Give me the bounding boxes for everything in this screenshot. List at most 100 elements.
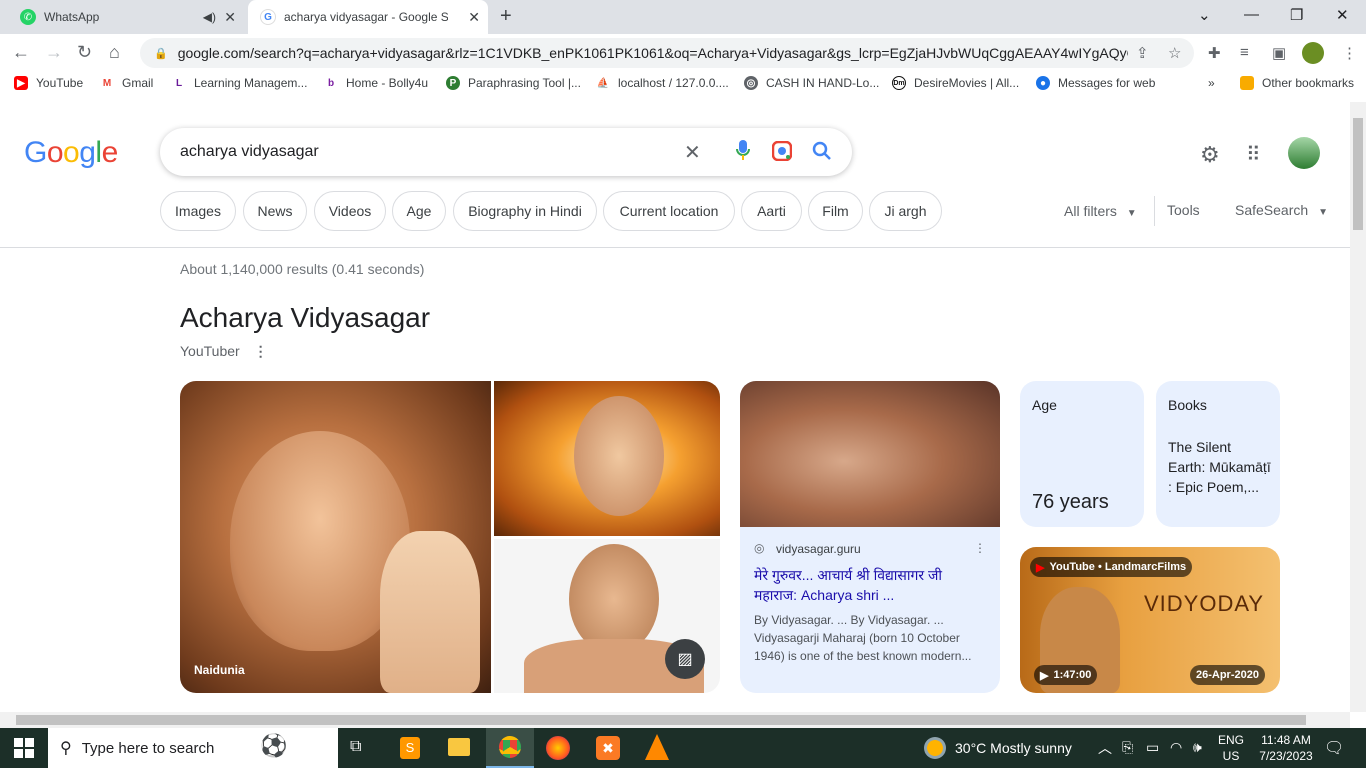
windows-taskbar: ⚲ Type here to search ⚽ ⧉ S ✖ 30°C Mostl… [0,728,1366,768]
chip-videos[interactable]: Videos [314,191,386,231]
reload-icon[interactable]: ↻ [77,42,92,63]
taskbar-search-box[interactable]: ⚲ Type here to search ⚽ [48,728,338,768]
file-explorer-icon[interactable] [448,738,470,756]
bookmark-paraphrasing[interactable]: P Paraphrasing Tool |... [446,76,581,90]
restore-button[interactable]: ❐ [1290,6,1303,24]
close-window-button[interactable]: ✕ [1336,6,1349,24]
media-icon[interactable]: ≡ [1240,44,1249,61]
close-tab-icon[interactable]: ✕ [468,9,480,26]
bookmark-youtube[interactable]: ▶ YouTube [14,76,83,90]
age-label: Age [1032,397,1057,413]
horizontal-scroll-thumb[interactable] [16,715,1306,725]
chip-film[interactable]: Film [808,191,863,231]
web-result-menu-icon[interactable]: ⋮ [974,541,986,555]
minimize-button[interactable]: — [1244,6,1259,23]
language-indicator[interactable]: ENG US [1218,732,1244,764]
forward-icon[interactable]: → [45,42,63,63]
youtube-icon: ▶ [14,76,28,90]
google-logo[interactable]: Google [24,136,118,170]
chip-ji-argh[interactable]: Ji argh [869,191,942,231]
usb-icon[interactable]: ⎘ [1122,739,1133,756]
profile-avatar[interactable] [1302,42,1324,64]
vertical-scrollbar[interactable] [1350,102,1366,712]
bookmark-cash[interactable]: ◎ CASH IN HAND-Lo... [744,76,879,90]
image-search-icon[interactable]: ▨ [665,639,705,679]
tools-button[interactable]: Tools [1167,202,1200,218]
firefox-icon[interactable] [546,736,570,760]
weather-text[interactable]: 30°C Mostly sunny [955,740,1072,756]
chip-images[interactable]: Images [160,191,236,231]
sublime-text-icon[interactable]: S [400,737,420,759]
video-card[interactable]: ▶ YouTube • LandmarcFilms VIDYODAY ▶ 1:4… [1020,547,1280,693]
chip-aarti[interactable]: Aarti [741,191,802,231]
chip-age[interactable]: Age [392,191,446,231]
safesearch-button[interactable]: SafeSearch ▼ [1235,202,1328,218]
lock-icon[interactable]: 🔒 [154,47,168,60]
bookmark-localhost[interactable]: ⛵ localhost / 127.0.0.... [596,76,729,90]
face-shape [574,396,664,516]
share-icon[interactable]: ⇪ [1136,44,1149,62]
all-filters-button[interactable]: All filters ▼ [1064,203,1137,219]
video-duration: ▶ 1:47:00 [1034,665,1098,685]
portrait-image-3[interactable]: ▨ [494,539,720,693]
speaker-icon[interactable]: ◀) [203,10,216,24]
sidepanel-icon[interactable]: ▣ [1272,44,1286,62]
apps-grid-icon[interactable]: ⠿ [1246,142,1261,167]
xampp-icon[interactable]: ✖ [596,736,620,760]
vlc-icon[interactable] [645,734,669,760]
video-title-overlay: VIDYODAY [1144,591,1265,616]
notification-icon[interactable]: 🗨 [1324,738,1344,758]
whatsapp-icon: ✆ [20,9,36,25]
tab-search-icon[interactable]: ⌄ [1198,6,1211,24]
more-options-icon[interactable]: ⋮ [254,343,268,359]
task-view-icon[interactable]: ⧉ [350,738,361,756]
chip-biography[interactable]: Biography in Hindi [453,191,597,231]
bookmark-other[interactable]: Other bookmarks [1240,76,1354,90]
hand-shape [380,531,480,693]
web-result-title[interactable]: मेरे गुरुवर... आचार्य श्री विद्यासागर जी… [754,565,986,605]
tab-google-search[interactable]: G acharya vidyasagar - Google Sear ✕ [248,0,488,34]
more-menu-icon[interactable]: ⋮ [1342,44,1357,62]
search-icon[interactable] [812,141,832,166]
tab-whatsapp[interactable]: ✆ WhatsApp ◀) ✕ [8,0,244,34]
lens-icon[interactable] [771,140,793,166]
more-bookmarks-icon[interactable]: » [1208,76,1215,90]
portrait-image-2[interactable] [494,381,720,536]
settings-gear-icon[interactable]: ⚙ [1200,142,1220,168]
back-icon[interactable]: ← [12,42,30,63]
video-date: 26-Apr-2020 [1190,665,1265,685]
volume-icon[interactable]: 🕪 [1193,739,1202,756]
windows-start-icon[interactable] [14,738,34,758]
bookmark-star-icon[interactable]: ☆ [1168,44,1181,62]
tray-chevron-icon[interactable]: ︿ [1098,738,1112,758]
chip-current-location[interactable]: Current location [603,191,735,231]
bookmark-messages[interactable]: ● Messages for web [1036,76,1155,90]
home-icon[interactable]: ⌂ [109,42,120,63]
vertical-scroll-thumb[interactable] [1353,118,1363,230]
address-bar[interactable]: 🔒 google.com/search?q=acharya+vidyasagar… [140,38,1194,68]
web-result-card[interactable]: ◎ vidyasagar.guru ⋮ मेरे गुरुवर... आचार्… [740,381,1000,693]
close-tab-icon[interactable]: ✕ [224,9,236,26]
new-tab-button[interactable]: + [500,5,512,28]
clock[interactable]: 11:48 AM 7/23/2023 [1254,732,1318,764]
search-results-page: Google acharya vidyasagar ✕ ⚙ ⠿ Images N… [0,102,1350,712]
main-portrait-image[interactable]: Naidunia [180,381,491,693]
wifi-icon[interactable]: ◠ [1170,739,1182,756]
bookmark-lms[interactable]: L Learning Managem... [172,76,307,90]
chrome-taskbar-icon[interactable] [486,728,534,768]
bookmark-bolly4u[interactable]: b Home - Bolly4u [324,76,428,90]
face-shape [569,544,659,654]
horizontal-scrollbar[interactable] [0,712,1350,728]
bookmark-gmail[interactable]: M Gmail [100,76,153,90]
clear-icon[interactable]: ✕ [684,140,701,165]
age-card[interactable]: Age 76 years [1020,381,1144,527]
account-avatar[interactable] [1288,137,1320,169]
microphone-icon[interactable] [736,140,750,160]
globe-icon: ◎ [744,76,758,90]
chip-news[interactable]: News [243,191,307,231]
weather-icon[interactable] [924,737,946,759]
extensions-icon[interactable]: ✚ [1208,44,1221,62]
battery-icon[interactable]: ▭ [1146,739,1159,756]
books-card[interactable]: Books The Silent Earth: Mūkamāṭī : Epic … [1156,381,1280,527]
bookmark-desiremovies[interactable]: Dm DesireMovies | All... [892,76,1019,90]
